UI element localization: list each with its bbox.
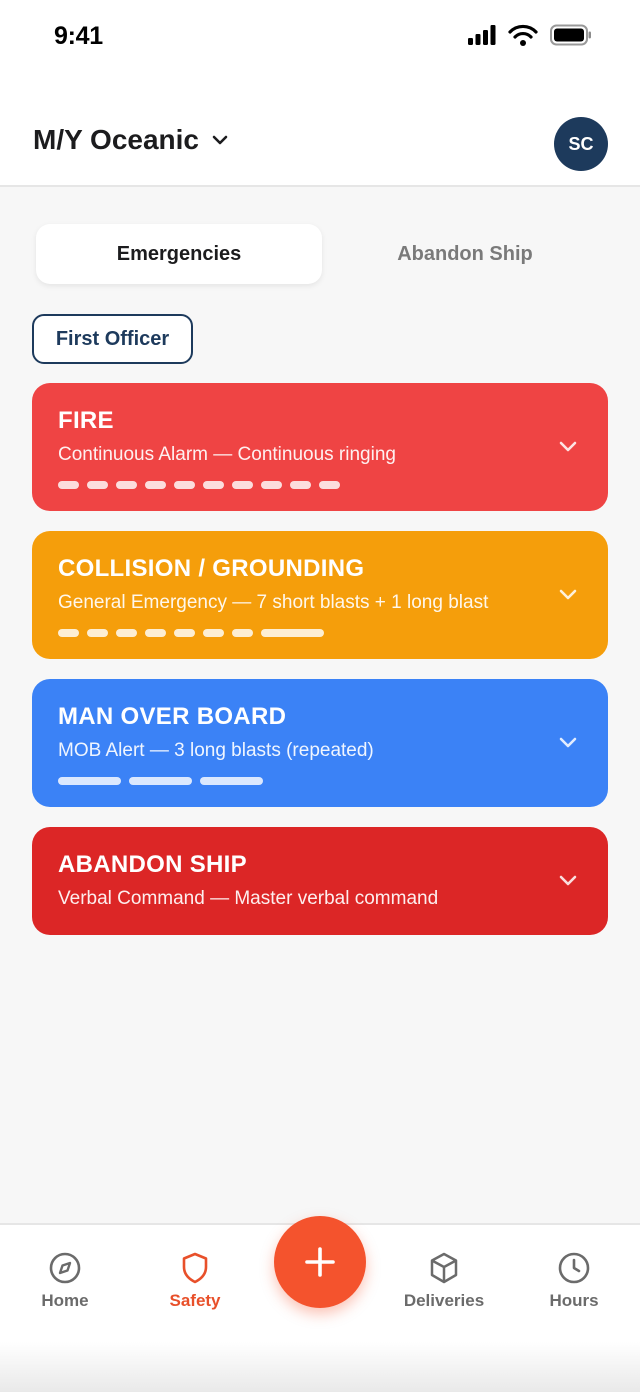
- short-blast: [232, 481, 253, 489]
- signal-pattern: [58, 777, 582, 785]
- tab-label: Safety: [169, 1291, 221, 1310]
- shield-icon: [182, 1252, 208, 1284]
- role-filter-chip[interactable]: First Officer: [32, 314, 193, 364]
- tab-label: Deliveries: [403, 1291, 485, 1310]
- chevron-down-icon[interactable]: [556, 729, 580, 757]
- short-blast: [174, 629, 195, 637]
- bottom-tab-bar: Home Safety Deliveries Hours: [0, 1216, 640, 1392]
- short-blast: [145, 629, 166, 637]
- short-blast: [116, 629, 137, 637]
- emergency-card-man-over-board[interactable]: MAN OVER BOARD MOB Alert — 3 long blasts…: [32, 679, 608, 807]
- compass-icon: [49, 1252, 81, 1284]
- short-blast: [261, 481, 282, 489]
- long-blast: [261, 629, 324, 637]
- short-blast: [58, 629, 79, 637]
- tab-label: Home: [41, 1291, 89, 1310]
- emergency-title: FIRE: [58, 407, 114, 434]
- tab-emergencies[interactable]: Emergencies: [36, 224, 322, 284]
- long-blast: [129, 777, 192, 785]
- short-blast: [203, 629, 224, 637]
- add-button[interactable]: [274, 1216, 366, 1308]
- vessel-selector[interactable]: M/Y Oceanic: [33, 124, 229, 156]
- plus-icon: [305, 1247, 335, 1277]
- emergency-subtitle: General Emergency — 7 short blasts + 1 l…: [58, 592, 489, 613]
- status-time: 9:41: [54, 22, 103, 50]
- signal-pattern: [58, 629, 582, 637]
- battery-icon: [550, 24, 591, 46]
- tab-label: Hours: [549, 1291, 599, 1310]
- emergency-list: FIRE Continuous Alarm — Continuous ringi…: [32, 383, 608, 955]
- box-icon: [430, 1252, 458, 1284]
- emergency-card-collision-grounding[interactable]: COLLISION / GROUNDING General Emergency …: [32, 531, 608, 659]
- short-blast: [145, 481, 166, 489]
- avatar[interactable]: SC: [554, 117, 608, 171]
- short-blast: [290, 481, 311, 489]
- short-blast: [319, 481, 340, 489]
- emergency-subtitle: Verbal Command — Master verbal command: [58, 888, 439, 909]
- chevron-down-icon[interactable]: [556, 433, 580, 461]
- app-header: M/Y Oceanic SC: [0, 80, 640, 187]
- short-blast: [58, 481, 79, 489]
- clock-icon: [558, 1252, 590, 1284]
- wifi-icon: [508, 24, 538, 46]
- short-blast: [203, 481, 224, 489]
- emergency-title: ABANDON SHIP: [58, 851, 247, 878]
- tab-hours[interactable]: Hours: [519, 1251, 629, 1311]
- chevron-down-icon: [212, 135, 228, 145]
- emergency-subtitle: MOB Alert — 3 long blasts (repeated): [58, 740, 374, 761]
- tab-deliveries[interactable]: Deliveries: [389, 1251, 499, 1311]
- status-bar: 9:41: [0, 0, 640, 80]
- chevron-down-icon[interactable]: [556, 867, 580, 895]
- vessel-name: M/Y Oceanic: [33, 124, 200, 155]
- short-blast: [87, 481, 108, 489]
- tab-abandon-ship[interactable]: Abandon Ship: [322, 220, 608, 288]
- home-indicator-area: [0, 1342, 640, 1392]
- short-blast: [116, 481, 137, 489]
- short-blast: [174, 481, 195, 489]
- emergency-title: MAN OVER BOARD: [58, 703, 287, 730]
- signal-pattern: [58, 481, 582, 489]
- tab-home[interactable]: Home: [10, 1251, 120, 1311]
- emergency-card-abandon-ship[interactable]: ABANDON SHIP Verbal Command — Master ver…: [32, 827, 608, 935]
- tab-safety[interactable]: Safety: [140, 1251, 250, 1311]
- emergency-subtitle: Continuous Alarm — Continuous ringing: [58, 444, 396, 465]
- status-icons: [468, 24, 592, 46]
- chevron-down-icon[interactable]: [556, 581, 580, 609]
- long-blast: [58, 777, 121, 785]
- long-blast: [200, 777, 263, 785]
- emergency-card-fire[interactable]: FIRE Continuous Alarm — Continuous ringi…: [32, 383, 608, 511]
- short-blast: [232, 629, 253, 637]
- short-blast: [87, 629, 108, 637]
- segmented-control: Emergencies Abandon Ship: [32, 220, 608, 288]
- cellular-signal-icon: [468, 25, 496, 45]
- emergency-title: COLLISION / GROUNDING: [58, 555, 365, 582]
